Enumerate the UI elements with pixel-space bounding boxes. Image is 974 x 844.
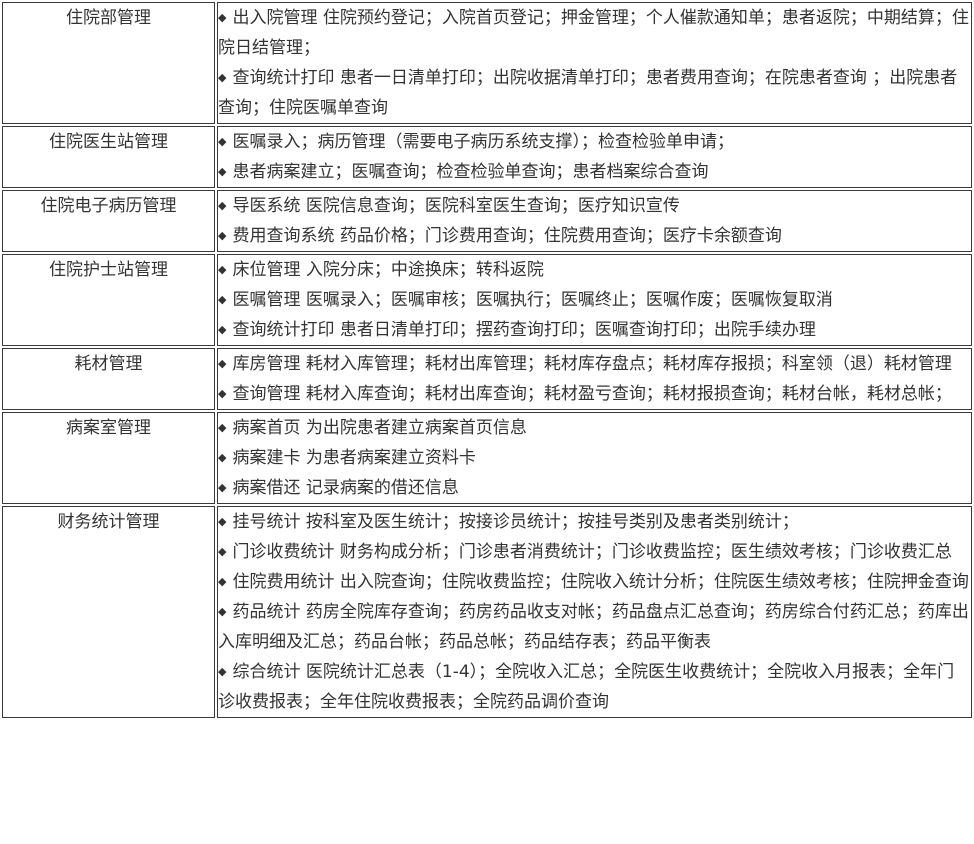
table-row: 耗材管理 ◆ 库房管理 耗材入库管理；耗材出库管理；耗材库存盘点；耗材库存报损；科室… bbox=[2, 348, 972, 410]
function-item: ◆ 床位管理 入院分床；中途换床；转科返院 bbox=[218, 255, 971, 285]
module-function-table: 住院部管理 ◆ 出入院管理 住院预约登记；入院首页登记；押金管理；个人催款通知单；患… bbox=[0, 0, 974, 720]
function-item: ◆ 住院费用统计 出入院查询；住院收费监控；住院收入统计分析；住院医生绩效考核；住… bbox=[218, 567, 971, 597]
diamond-bullet-icon: ◆ bbox=[218, 199, 227, 212]
diamond-bullet-icon: ◆ bbox=[218, 263, 227, 276]
function-item-text: 病案建卡 为患者病案建立资料卡 bbox=[232, 448, 476, 468]
function-item: ◆ 查询统计打印 患者日清单打印；摆药查询打印；医嘱查询打印；出院手续办理 bbox=[218, 315, 971, 345]
function-list-cell: ◆ 挂号统计 按科室及医生统计；按接诊员统计；按挂号类别及患者类别统计； ◆ 门诊收费… bbox=[217, 506, 972, 718]
function-item-text: 门诊收费统计 财务构成分析；门诊患者消费统计；门诊收费监控；医生绩效考核；门诊收… bbox=[232, 542, 952, 562]
diamond-bullet-icon: ◆ bbox=[218, 293, 227, 306]
function-item-text: 挂号统计 按科室及医生统计；按接诊员统计；按挂号类别及患者类别统计； bbox=[232, 512, 799, 532]
function-item-text: 医嘱管理 医嘱录入；医嘱审核；医嘱执行；医嘱终止；医嘱作废；医嘱恢复取消 bbox=[232, 290, 833, 310]
function-item-text: 费用查询系统 药品价格；门诊费用查询；住院费用查询；医疗卡余额查询 bbox=[232, 226, 782, 246]
function-item-text: 查询管理 耗材入库查询；耗材出库查询；耗材盈亏查询；耗材报损查询；耗材台帐，耗材… bbox=[232, 384, 952, 404]
diamond-bullet-icon: ◆ bbox=[218, 605, 227, 618]
function-item: ◆ 病案建卡 为患者病案建立资料卡 bbox=[218, 443, 971, 473]
function-item: ◆ 综合统计 医院统计汇总表（1-4）；全院收入汇总；全院医生收费统计；全院收入月… bbox=[218, 657, 971, 717]
diamond-bullet-icon: ◆ bbox=[218, 387, 227, 400]
function-item: ◆ 患者病案建立；医嘱查询；检查检验单查询；患者档案综合查询 bbox=[218, 157, 971, 187]
module-name-cell: 病案室管理 bbox=[2, 412, 215, 504]
function-item-text: 医嘱录入；病历管理（需要电子病历系统支撑）；检查检验单申请； bbox=[232, 132, 734, 152]
function-item-text: 出入院管理 住院预约登记；入院首页登记；押金管理；个人催款通知单；患者返院；中期… bbox=[218, 8, 969, 58]
module-name-cell: 住院护士站管理 bbox=[2, 254, 215, 346]
module-name-cell: 住院部管理 bbox=[2, 2, 215, 124]
diamond-bullet-icon: ◆ bbox=[218, 11, 227, 24]
diamond-bullet-icon: ◆ bbox=[218, 481, 227, 494]
function-item-text: 导医系统 医院信息查询；医院科室医生查询；医疗知识宣传 bbox=[232, 196, 680, 216]
function-item: ◆ 医嘱管理 医嘱录入；医嘱审核；医嘱执行；医嘱终止；医嘱作废；医嘱恢复取消 bbox=[218, 285, 971, 315]
function-item: ◆ 门诊收费统计 财务构成分析；门诊患者消费统计；门诊收费监控；医生绩效考核；门诊… bbox=[218, 537, 971, 567]
module-name-cell: 住院电子病历管理 bbox=[2, 190, 215, 252]
function-item-text: 病案借还 记录病案的借还信息 bbox=[232, 478, 459, 498]
diamond-bullet-icon: ◆ bbox=[218, 323, 227, 336]
function-item: ◆ 查询统计打印 患者一日清单打印；出院收据清单打印；患者费用查询；在院患者查询 … bbox=[218, 63, 971, 123]
function-item-text: 床位管理 入院分床；中途换床；转科返院 bbox=[232, 260, 544, 280]
table-row: 病案室管理 ◆ 病案首页 为出院患者建立病案首页信息 ◆ 病案建卡 为患者病案建立资料卡… bbox=[2, 412, 972, 504]
diamond-bullet-icon: ◆ bbox=[218, 357, 227, 370]
function-list-cell: ◆ 库房管理 耗材入库管理；耗材出库管理；耗材库存盘点；耗材库存报损；科室领（退）… bbox=[217, 348, 972, 410]
function-list-cell: ◆ 医嘱录入；病历管理（需要电子病历系统支撑）；检查检验单申请； ◆ 患者病案建立；医… bbox=[217, 126, 972, 188]
diamond-bullet-icon: ◆ bbox=[218, 421, 227, 434]
table-row: 住院部管理 ◆ 出入院管理 住院预约登记；入院首页登记；押金管理；个人催款通知单；患… bbox=[2, 2, 972, 124]
diamond-bullet-icon: ◆ bbox=[218, 575, 227, 588]
module-name-cell: 耗材管理 bbox=[2, 348, 215, 410]
table-row: 住院医生站管理 ◆ 医嘱录入；病历管理（需要电子病历系统支撑）；检查检验单申请； ◆ 患… bbox=[2, 126, 972, 188]
diamond-bullet-icon: ◆ bbox=[218, 165, 227, 178]
diamond-bullet-icon: ◆ bbox=[218, 451, 227, 464]
table-body: 住院部管理 ◆ 出入院管理 住院预约登记；入院首页登记；押金管理；个人催款通知单；患… bbox=[2, 2, 972, 718]
function-list-cell: ◆ 出入院管理 住院预约登记；入院首页登记；押金管理；个人催款通知单；患者返院；中… bbox=[217, 2, 972, 124]
module-name-cell: 住院医生站管理 bbox=[2, 126, 215, 188]
table-row: 住院电子病历管理 ◆ 导医系统 医院信息查询；医院科室医生查询；医疗知识宣传 ◆ 费用查… bbox=[2, 190, 972, 252]
module-name-cell: 财务统计管理 bbox=[2, 506, 215, 718]
diamond-bullet-icon: ◆ bbox=[218, 665, 227, 678]
diamond-bullet-icon: ◆ bbox=[218, 545, 227, 558]
function-item: ◆ 药品统计 药房全院库存查询；药房药品收支对帐；药品盘点汇总查询；药房综合付药汇… bbox=[218, 597, 971, 657]
function-item-text: 患者病案建立；医嘱查询；检查检验单查询；患者档案综合查询 bbox=[232, 162, 709, 182]
function-item: ◆ 费用查询系统 药品价格；门诊费用查询；住院费用查询；医疗卡余额查询 bbox=[218, 221, 971, 251]
diamond-bullet-icon: ◆ bbox=[218, 229, 227, 242]
function-item: ◆ 导医系统 医院信息查询；医院科室医生查询；医疗知识宣传 bbox=[218, 191, 971, 221]
diamond-bullet-icon: ◆ bbox=[218, 515, 227, 528]
function-item: ◆ 病案首页 为出院患者建立病案首页信息 bbox=[218, 413, 971, 443]
diamond-bullet-icon: ◆ bbox=[218, 135, 227, 148]
diamond-bullet-icon: ◆ bbox=[218, 71, 227, 84]
function-item: ◆ 挂号统计 按科室及医生统计；按接诊员统计；按挂号类别及患者类别统计； bbox=[218, 507, 971, 537]
function-item: ◆ 查询管理 耗材入库查询；耗材出库查询；耗材盈亏查询；耗材报损查询；耗材台帐，耗… bbox=[218, 379, 971, 409]
function-item: ◆ 医嘱录入；病历管理（需要电子病历系统支撑）；检查检验单申请； bbox=[218, 127, 971, 157]
function-item-text: 查询统计打印 患者日清单打印；摆药查询打印；医嘱查询打印；出院手续办理 bbox=[232, 320, 816, 340]
function-item: ◆ 库房管理 耗材入库管理；耗材出库管理；耗材库存盘点；耗材库存报损；科室领（退）… bbox=[218, 349, 971, 379]
function-item: ◆ 病案借还 记录病案的借还信息 bbox=[218, 473, 971, 503]
table-row: 财务统计管理 ◆ 挂号统计 按科室及医生统计；按接诊员统计；按挂号类别及患者类别统计… bbox=[2, 506, 972, 718]
function-list-cell: ◆ 导医系统 医院信息查询；医院科室医生查询；医疗知识宣传 ◆ 费用查询系统 药品价格… bbox=[217, 190, 972, 252]
function-item-text: 库房管理 耗材入库管理；耗材出库管理；耗材库存盘点；耗材库存报损；科室领（退）耗… bbox=[232, 354, 952, 374]
function-item-text: 住院费用统计 出入院查询；住院收费监控；住院收入统计分析；住院医生绩效考核；住院… bbox=[232, 572, 969, 592]
function-item-text: 药品统计 药房全院库存查询；药房药品收支对帐；药品盘点汇总查询；药房综合付药汇总… bbox=[218, 602, 969, 652]
function-list-cell: ◆ 病案首页 为出院患者建立病案首页信息 ◆ 病案建卡 为患者病案建立资料卡 ◆ 病案借还… bbox=[217, 412, 972, 504]
function-item-text: 查询统计打印 患者一日清单打印；出院收据清单打印；患者费用查询；在院患者查询 ；… bbox=[218, 68, 958, 118]
function-item: ◆ 出入院管理 住院预约登记；入院首页登记；押金管理；个人催款通知单；患者返院；中… bbox=[218, 3, 971, 63]
function-list-cell: ◆ 床位管理 入院分床；中途换床；转科返院 ◆ 医嘱管理 医嘱录入；医嘱审核；医嘱执行… bbox=[217, 254, 972, 346]
function-item-text: 综合统计 医院统计汇总表（1-4）；全院收入汇总；全院医生收费统计；全院收入月报… bbox=[218, 662, 955, 712]
table-row: 住院护士站管理 ◆ 床位管理 入院分床；中途换床；转科返院 ◆ 医嘱管理 医嘱录入；医嘱… bbox=[2, 254, 972, 346]
function-item-text: 病案首页 为出院患者建立病案首页信息 bbox=[232, 418, 527, 438]
